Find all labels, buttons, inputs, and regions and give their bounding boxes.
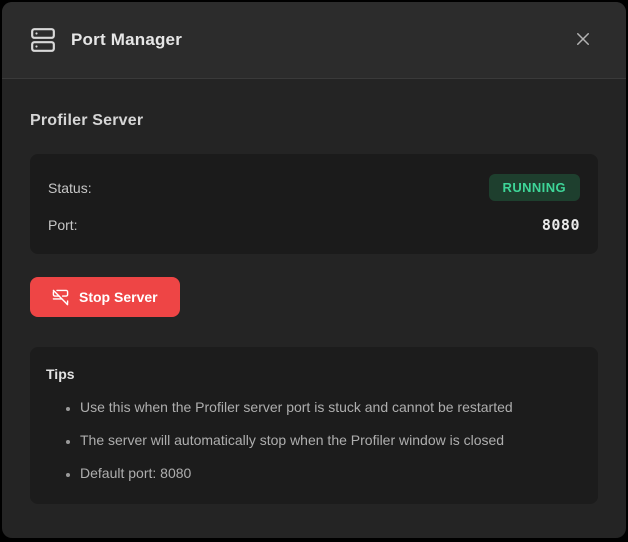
status-row: Status: RUNNING	[48, 174, 580, 201]
dialog-content: Profiler Server Status: RUNNING Port: 80…	[2, 112, 626, 504]
port-label: Port:	[48, 217, 78, 233]
port-value: 8080	[542, 216, 580, 234]
port-row: Port: 8080	[48, 216, 580, 234]
status-label: Status:	[48, 180, 92, 196]
stop-server-label: Stop Server	[79, 289, 158, 305]
tips-list: Use this when the Profiler server port i…	[46, 397, 582, 483]
titlebar: Port Manager	[2, 2, 626, 79]
section-heading: Profiler Server	[30, 112, 598, 130]
tips-heading: Tips	[46, 366, 582, 382]
window-title: Port Manager	[71, 30, 182, 50]
close-icon	[574, 30, 592, 51]
tip-item: The server will automatically stop when …	[80, 430, 582, 450]
tip-item: Use this when the Profiler server port i…	[80, 397, 582, 417]
tips-panel: Tips Use this when the Profiler server p…	[30, 347, 598, 504]
status-panel: Status: RUNNING Port: 8080	[30, 154, 598, 254]
tip-item: Default port: 8080	[80, 463, 582, 483]
server-icon	[30, 27, 56, 53]
status-badge: RUNNING	[489, 174, 580, 201]
stop-server-button[interactable]: Stop Server	[30, 277, 180, 317]
port-manager-dialog: Port Manager Profiler Server Status: RUN…	[2, 2, 626, 538]
close-button[interactable]	[568, 25, 598, 55]
server-off-icon	[52, 289, 69, 306]
